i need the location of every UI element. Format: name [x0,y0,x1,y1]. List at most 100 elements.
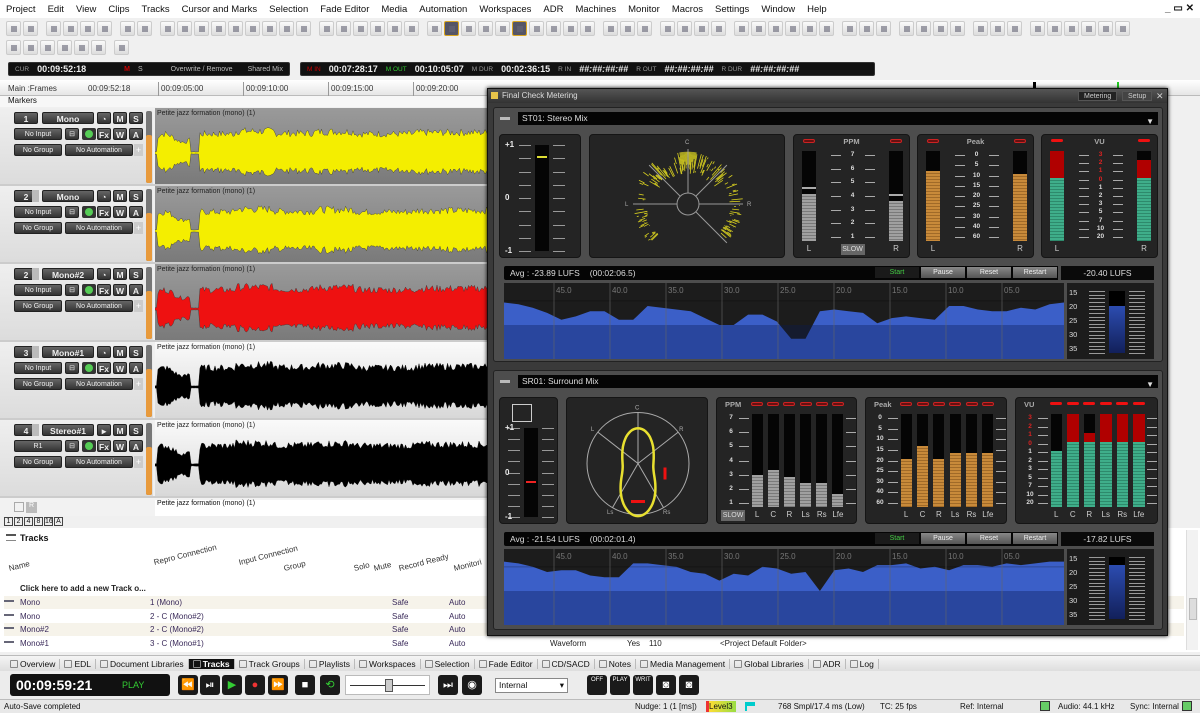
toolbar-button[interactable] [1030,21,1045,36]
column-header[interactable]: Name [8,559,31,573]
tab-selection[interactable]: Selection [421,658,475,669]
write-button[interactable]: W [113,284,127,296]
automation-button[interactable]: A [129,128,143,140]
column-header[interactable]: Mute [373,560,392,573]
restart-button[interactable]: Restart [1013,533,1057,544]
toolbar-button[interactable] [478,21,493,36]
solo-button[interactable]: S [129,346,143,358]
track-channel-toggle[interactable] [32,346,39,358]
menu-workspaces[interactable]: Workspaces [479,4,531,15]
tab-playlists[interactable]: Playlists [305,658,355,669]
track-height-4[interactable]: 4 [24,517,33,526]
toolbar-button[interactable] [711,21,726,36]
solo-button[interactable]: S [129,268,143,280]
section-name[interactable]: SR01: Surround Mix ▼ [518,375,1158,389]
toolbar-button[interactable] [444,21,459,36]
markers-lane[interactable]: Markers [0,96,490,107]
track-name[interactable]: Mono [42,190,94,202]
toolbar-button[interactable] [1115,21,1130,36]
toolbar-button[interactable] [580,21,595,36]
mute-button[interactable]: M [113,190,127,202]
input-selector[interactable]: No Input [14,206,62,218]
mute-button[interactable]: M [113,112,127,124]
toolbar-button[interactable] [336,21,351,36]
fast-forward-button[interactable]: ⏩ [268,675,288,695]
toolbar-button[interactable] [160,21,175,36]
ppm-mode-button[interactable]: SLOW [840,244,865,255]
input-monitor-icon[interactable]: ◔ [97,190,111,202]
tab-document-libraries[interactable]: Document Libraries [96,658,189,669]
group-selector[interactable]: No Group [14,378,62,390]
scrub-button[interactable]: ◉ [462,675,482,695]
automation-button[interactable]: A [129,362,143,374]
toolbar-button[interactable] [228,21,243,36]
track-level-fader[interactable] [146,345,152,417]
toolbar-button[interactable] [23,21,38,36]
toolbar-button[interactable] [461,21,476,36]
toolbar-button[interactable] [57,40,72,55]
add-automation-button[interactable]: + [134,378,143,390]
toolbar-button[interactable] [40,40,55,55]
fx-button[interactable]: Fx [97,206,111,218]
loop-button[interactable]: ⟲ [320,675,340,695]
tab-adr[interactable]: ADR [809,658,846,669]
toolbar-button[interactable] [637,21,652,36]
column-header[interactable]: Record Ready [398,552,450,573]
group-selector[interactable]: No Group [14,222,62,234]
toolbar-button[interactable] [768,21,783,36]
track-level-fader[interactable] [146,111,152,183]
clip-waveform[interactable]: Petite jazz formation (mono) (1) [155,186,490,262]
write-button[interactable]: W [113,440,127,452]
input-monitor-icon[interactable]: ◔ [97,346,111,358]
toolbar-button[interactable] [74,40,89,55]
table-row[interactable]: Mono#1 3 - C (Mono#1) Safe Auto Waveform Yes 1… [4,636,1184,650]
overload-indicator[interactable] [981,402,994,406]
mark-in-time[interactable]: 00:07:28:17 [329,64,378,74]
track-height-2[interactable]: 2 [14,517,23,526]
overload-indicator[interactable] [900,402,913,406]
output-icon[interactable]: ⊟ [65,206,79,218]
output-icon[interactable]: ⊟ [65,128,79,140]
tab-setup[interactable]: Setup [1122,91,1153,101]
menu-tracks[interactable]: Tracks [142,4,170,15]
pause-button[interactable]: Pause [921,267,965,278]
range-in-time[interactable]: ##:##:##:## [579,64,628,74]
track-name[interactable]: Mono#2 [42,268,94,280]
automation-write-button[interactable]: WRIT [633,675,653,695]
menu-edit[interactable]: Edit [48,4,64,15]
column-header[interactable]: Repro Connection [153,543,218,567]
snapshot-settings-icon[interactable]: ◙ [679,675,699,695]
start-button[interactable]: Start [875,533,919,544]
toolbar-button[interactable] [137,21,152,36]
range-duration[interactable]: ##:##:##:## [750,64,799,74]
track-level-fader[interactable] [146,423,152,495]
tab-metering[interactable]: Metering [1078,91,1118,101]
reset-button[interactable]: Reset [967,533,1011,544]
mark-out-time[interactable]: 00:10:05:07 [415,64,464,74]
add-automation-button[interactable]: + [134,144,143,156]
mute-button[interactable]: M [113,346,127,358]
toolbar-button[interactable] [734,21,749,36]
toolbar-button[interactable] [97,21,112,36]
write-button[interactable]: W [113,206,127,218]
overload-indicator[interactable] [890,139,902,143]
play-button[interactable]: ▶ [222,675,242,695]
group-selector[interactable]: No Group [14,456,62,468]
automation-off-button[interactable]: OFF [587,675,607,695]
menu-adr[interactable]: ADR [543,4,563,15]
r-button[interactable]: R [26,502,37,513]
input-monitor-icon[interactable]: ◔ [97,268,111,280]
toolbar-button[interactable] [916,21,931,36]
track-row[interactable]: 1 Mono ◔ M S No Input ⊟ Fx W A No Group No Automati… [0,108,490,186]
mark-duration[interactable]: 00:02:36:15 [501,64,550,74]
toolbar-button[interactable] [529,21,544,36]
toolbar-button[interactable] [353,21,368,36]
overload-indicator[interactable] [1050,402,1063,405]
ppm-mode-button[interactable]: SLOW [721,510,745,521]
toolbar-button[interactable] [933,21,948,36]
automation-button[interactable]: A [129,206,143,218]
solo-button[interactable]: S [129,424,143,436]
tab-tracks[interactable]: Tracks [188,658,235,669]
track-level-fader[interactable] [146,267,152,339]
collapse-icon[interactable] [500,380,510,383]
